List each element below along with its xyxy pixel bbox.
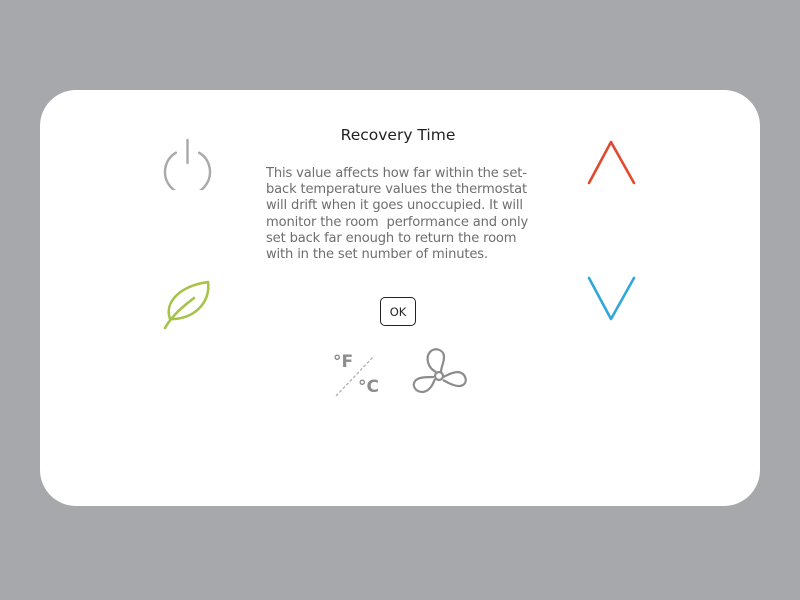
- dialog-title: Recovery Time: [340, 126, 456, 144]
- chevron-up-icon: [587, 140, 636, 185]
- dialog-body: This value affects how far within the se…: [266, 166, 531, 263]
- dialog-body-line: set back far enough to return the room: [266, 230, 517, 246]
- thermostat-panel: Recovery Time This value affects how far…: [40, 90, 760, 506]
- dialog-body-line: back temperature values the thermostat: [266, 182, 527, 198]
- leaf-icon: [163, 280, 210, 330]
- fan-icon: [412, 348, 467, 394]
- chevron-down-icon: [587, 276, 636, 321]
- dialog-body-line: This value affects how far within the se…: [266, 166, 527, 181]
- decrease-button[interactable]: [585, 274, 639, 324]
- fahrenheit-label: °F: [333, 352, 354, 372]
- dialog-body-line: will drift when it goes unoccupied. It w…: [266, 198, 523, 214]
- celsius-label: °C: [358, 377, 379, 397]
- fan-button[interactable]: [410, 346, 470, 400]
- temperature-units-button[interactable]: °F °C: [330, 352, 386, 400]
- power-icon: [163, 138, 212, 196]
- dialog-body-line: monitor the room performance and only: [266, 214, 529, 230]
- power-button[interactable]: [161, 136, 215, 196]
- ok-button[interactable]: OK: [380, 297, 416, 326]
- increase-button[interactable]: [585, 138, 639, 188]
- eco-mode-button[interactable]: [160, 278, 216, 332]
- dialog-body-line: with in the set number of minutes.: [266, 247, 488, 263]
